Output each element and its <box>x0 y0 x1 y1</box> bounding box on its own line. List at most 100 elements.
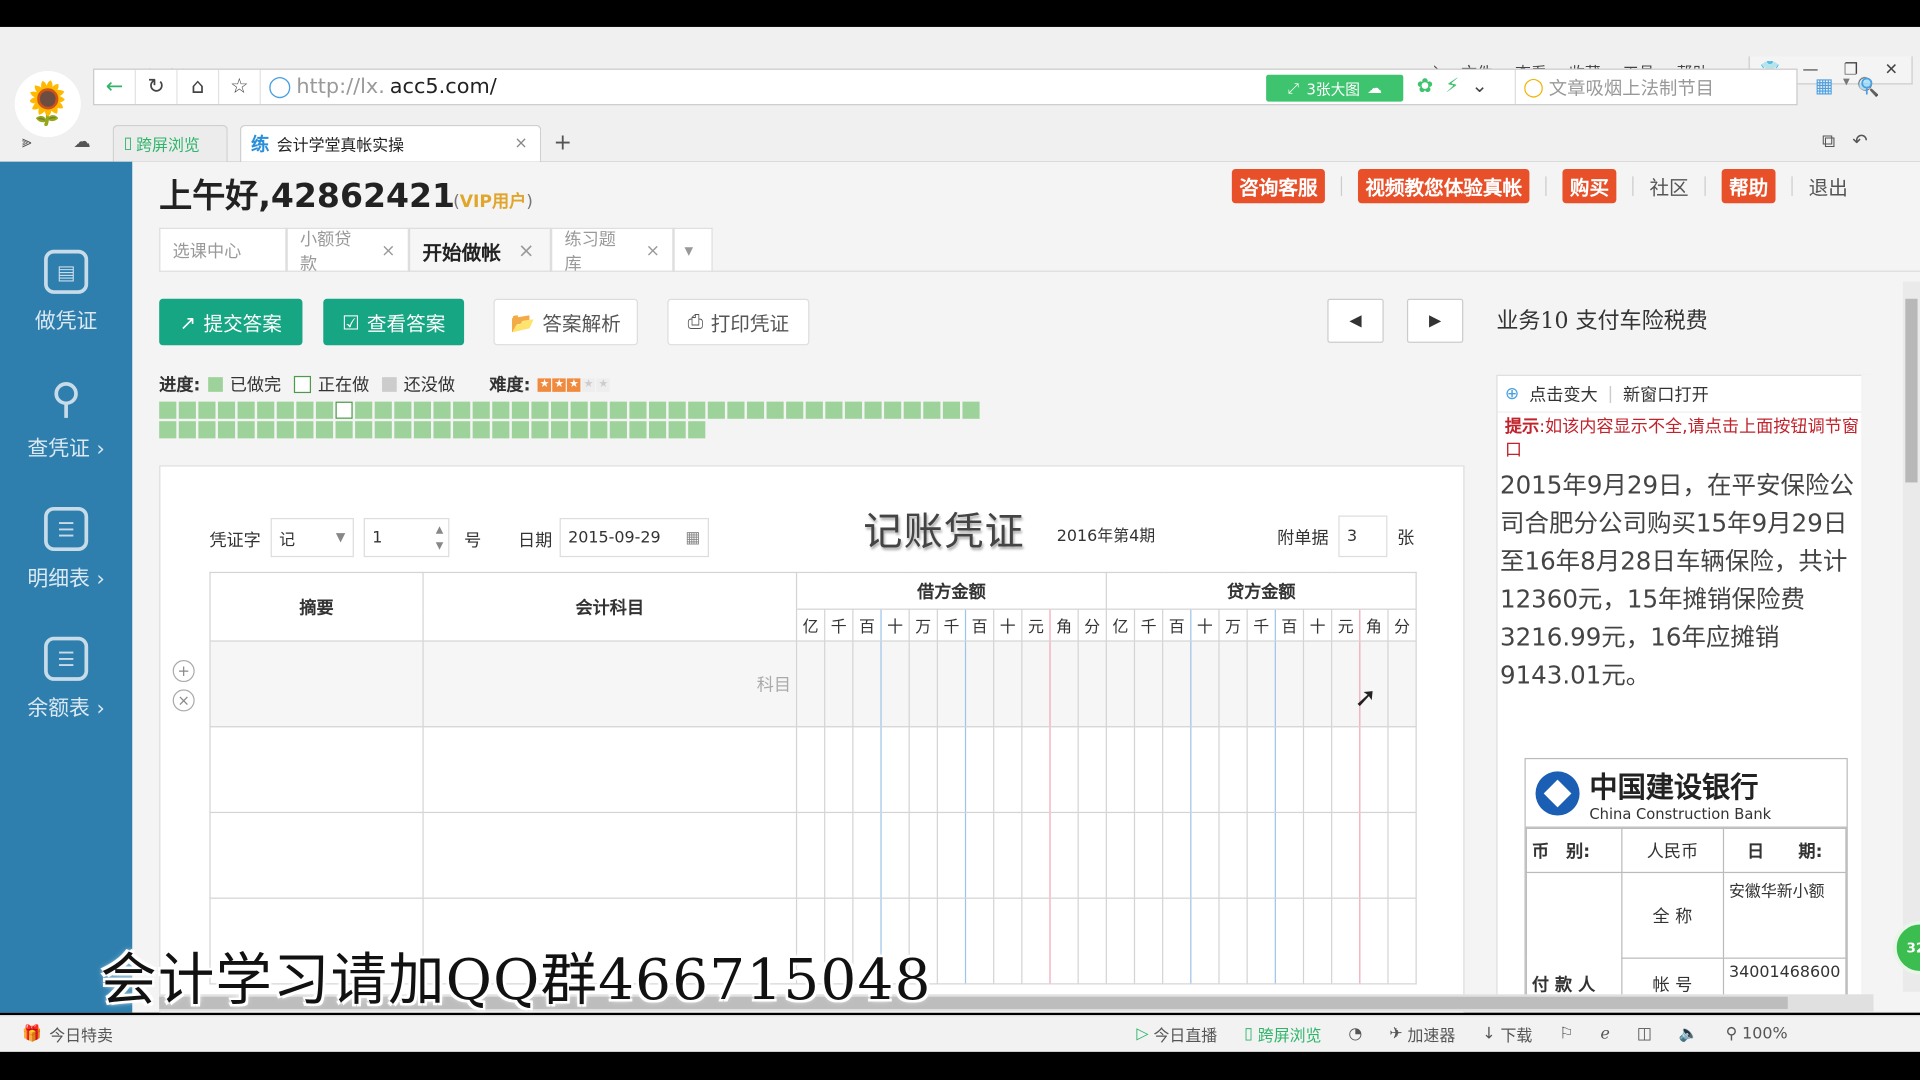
task-box[interactable] <box>472 421 490 439</box>
task-box[interactable] <box>551 421 569 439</box>
credit-digit-cell[interactable] <box>1387 897 1417 985</box>
task-box[interactable] <box>433 421 451 439</box>
credit-digit-cell[interactable] <box>1105 726 1136 814</box>
task-box[interactable] <box>962 401 980 419</box>
close-tab-icon[interactable]: × <box>518 239 534 262</box>
debit-digit-cell[interactable] <box>936 811 967 899</box>
task-box[interactable] <box>531 401 549 419</box>
tab-cross-screen[interactable]: ▯ 跨屏浏览 <box>112 124 228 162</box>
debit-digit-cell[interactable] <box>1021 726 1051 814</box>
task-box[interactable] <box>629 421 647 439</box>
page-vertical-scrollbar[interactable] <box>1902 281 1920 992</box>
credit-digit-cell[interactable] <box>1218 811 1248 899</box>
task-box[interactable] <box>570 421 588 439</box>
task-box[interactable] <box>688 401 706 419</box>
debit-digit-cell[interactable] <box>1021 897 1051 985</box>
close-tab-icon[interactable]: × <box>381 241 395 261</box>
task-box[interactable] <box>453 421 471 439</box>
ie-icon[interactable]: ℯ <box>1600 1025 1609 1043</box>
credit-digit-cell[interactable] <box>1133 726 1164 814</box>
task-box[interactable] <box>727 401 745 419</box>
task-box[interactable] <box>217 421 236 439</box>
credit-digit-cell[interactable] <box>1190 726 1220 814</box>
live-today-button[interactable]: ▷ 今日直播 <box>1136 1022 1217 1046</box>
task-box[interactable] <box>531 421 549 439</box>
task-box[interactable] <box>237 421 255 439</box>
cross-screen-button[interactable]: ▯ 跨屏浏览 <box>1244 1022 1321 1046</box>
debit-digit-cell[interactable] <box>993 640 1023 728</box>
task-box[interactable] <box>492 421 510 439</box>
credit-digit-cell[interactable] <box>1105 897 1136 985</box>
task-box[interactable] <box>492 401 510 419</box>
credit-digit-cell[interactable] <box>1274 811 1305 899</box>
task-box[interactable] <box>609 421 627 439</box>
credit-digit-cell[interactable] <box>1162 897 1192 985</box>
tab-accounting[interactable]: 练会计学堂真帐实操 × <box>240 124 542 162</box>
credit-digit-cell[interactable] <box>1331 897 1361 985</box>
credit-digit-cell[interactable] <box>1302 811 1333 899</box>
panel-scrollbar[interactable] <box>1861 374 1874 1012</box>
sidebar-toggle-icon[interactable]: ⫸ <box>22 132 32 152</box>
scrollbar-thumb[interactable] <box>1905 298 1918 483</box>
credit-digit-cell[interactable] <box>1302 897 1333 985</box>
task-box[interactable] <box>511 421 529 439</box>
credit-digit-cell[interactable] <box>1387 811 1417 899</box>
summary-cell[interactable] <box>209 811 424 899</box>
task-box[interactable] <box>374 401 392 419</box>
credit-digit-cell[interactable] <box>1274 726 1305 814</box>
credit-digit-cell[interactable] <box>1302 726 1333 814</box>
task-box[interactable] <box>903 401 921 419</box>
subject-cell[interactable] <box>422 726 798 814</box>
debit-digit-cell[interactable] <box>1021 640 1051 728</box>
view-answer-button[interactable]: ☑ 查看答案 <box>323 298 465 346</box>
task-box[interactable] <box>629 401 647 419</box>
debit-digit-cell[interactable] <box>964 726 995 814</box>
task-box[interactable] <box>433 401 451 419</box>
logout-link[interactable]: 退出 <box>1809 171 1848 200</box>
task-box[interactable] <box>746 401 765 419</box>
credit-digit-cell[interactable] <box>1133 897 1164 985</box>
accelerator-button[interactable]: ✈ 加速器 <box>1389 1022 1455 1046</box>
debit-digit-cell[interactable] <box>795 811 826 899</box>
task-box[interactable] <box>394 421 412 439</box>
credit-digit-cell[interactable] <box>1274 640 1305 728</box>
purchase-link[interactable]: 购买 <box>1562 168 1617 204</box>
task-box[interactable] <box>335 421 353 439</box>
daily-deals[interactable]: 🎁 今日特卖 <box>22 1022 113 1046</box>
debit-digit-cell[interactable] <box>824 640 854 728</box>
debit-digit-cell[interactable] <box>908 726 938 814</box>
sidebar-item-make-voucher[interactable]: ▤ 做凭证 <box>0 249 132 334</box>
task-box[interactable] <box>590 421 608 439</box>
window-icon[interactable]: ◫ <box>1637 1025 1652 1043</box>
summary-cell[interactable] <box>209 726 424 814</box>
task-box[interactable] <box>648 421 667 439</box>
credit-digit-cell[interactable] <box>1331 811 1361 899</box>
debit-digit-cell[interactable] <box>880 640 910 728</box>
debit-digit-cell[interactable] <box>936 726 967 814</box>
debit-digit-cell[interactable] <box>852 811 882 899</box>
credit-digit-cell[interactable] <box>1359 811 1389 899</box>
debit-digit-cell[interactable] <box>964 811 995 899</box>
credit-digit-cell[interactable] <box>1274 897 1305 985</box>
debit-digit-cell[interactable] <box>852 726 882 814</box>
apps-dropdown-icon[interactable]: ▾ <box>1843 73 1850 96</box>
credit-digit-cell[interactable] <box>1105 811 1136 899</box>
tab-small-loan[interactable]: 小额贷款 × <box>286 227 409 274</box>
task-box[interactable] <box>159 421 177 439</box>
sidebar-item-balance-sheet[interactable]: ☰ 余额表 › <box>0 636 132 721</box>
task-box[interactable] <box>923 401 941 419</box>
task-box[interactable] <box>590 401 608 419</box>
task-box[interactable] <box>374 421 392 439</box>
answer-analysis-button[interactable]: 📂 答案解析 <box>493 298 638 346</box>
credit-digit-cell[interactable] <box>1133 811 1164 899</box>
debit-digit-cell[interactable] <box>1049 726 1079 814</box>
credit-digit-cell[interactable] <box>1359 897 1389 985</box>
close-tab-icon[interactable]: × <box>514 135 527 153</box>
task-box[interactable] <box>198 401 216 419</box>
url-input[interactable]: ◯ http://lx. acc5.com/ <box>268 75 497 99</box>
task-box[interactable] <box>648 401 667 419</box>
open-new-window-link[interactable]: 新窗口打开 <box>1623 381 1709 405</box>
debit-digit-cell[interactable] <box>880 811 910 899</box>
undo-close-icon[interactable]: ↶ <box>1852 130 1867 152</box>
credit-digit-cell[interactable] <box>1246 897 1276 985</box>
